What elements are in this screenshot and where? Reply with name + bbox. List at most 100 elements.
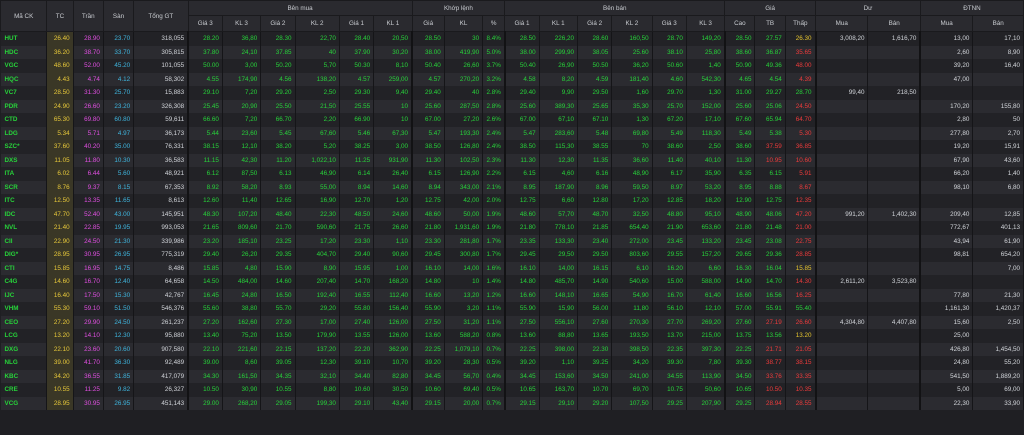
buy-vol-1[interactable]: 156,40: [373, 302, 413, 316]
table-row[interactable]: HUT 26.40 28.90 23.70 318,055 28.20 36,80 28.30…: [0, 31, 1024, 46]
sell-vol-1[interactable]: 9,90: [539, 86, 578, 100]
buy-vol-3[interactable]: 185,10: [222, 234, 262, 248]
buy-price-2[interactable]: 5.45: [260, 126, 296, 140]
sell-vol-1[interactable]: 485,70: [539, 275, 578, 289]
sell-price-3[interactable]: 29.25: [652, 396, 687, 410]
sell-vol-3[interactable]: 6,60: [686, 261, 726, 275]
symbol-cell[interactable]: CTI: [0, 261, 48, 275]
col-buy-price-3[interactable]: Giá 3: [187, 15, 223, 32]
sell-price-1[interactable]: 29.40: [503, 86, 540, 100]
buy-price-1[interactable]: 10.60: [339, 383, 375, 397]
sell-price-1[interactable]: 28.50: [503, 31, 540, 46]
buy-price-2[interactable]: 50.20: [260, 59, 296, 73]
buy-vol-1[interactable]: 9,40: [373, 86, 413, 100]
buy-vol-1[interactable]: 126,00: [373, 329, 413, 343]
symbol-cell[interactable]: C4G: [0, 275, 48, 289]
buy-vol-3[interactable]: 23,60: [222, 126, 262, 140]
sell-price-3[interactable]: 15.00: [652, 275, 687, 289]
table-row[interactable]: CRE 10.55 11.25 9.82 26,327 10.50 30,90 10.55 8,…: [0, 383, 1024, 397]
sell-vol-1[interactable]: 29,10: [539, 396, 578, 410]
buy-price-1[interactable]: 12.70: [339, 194, 375, 208]
col-buy-price-2[interactable]: Giá 2: [260, 15, 296, 32]
sell-price-1[interactable]: 38.00: [503, 45, 540, 59]
sell-vol-1[interactable]: 148,10: [539, 288, 578, 302]
sell-vol-1[interactable]: 67,10: [539, 113, 578, 127]
buy-vol-2[interactable]: 5,20: [295, 140, 340, 154]
col-low[interactable]: Thấp: [784, 15, 817, 32]
buy-vol-1[interactable]: 30,20: [373, 45, 413, 59]
buy-price-2[interactable]: 39.05: [260, 356, 296, 370]
sell-price-1[interactable]: 8.95: [503, 180, 540, 194]
sell-vol-3[interactable]: 588,00: [686, 275, 726, 289]
sell-price-2[interactable]: 50.50: [577, 59, 613, 73]
sell-vol-3[interactable]: 397,30: [686, 342, 726, 356]
buy-price-2[interactable]: 23.25: [260, 234, 296, 248]
symbol-cell[interactable]: DXG: [0, 342, 48, 356]
buy-price-3[interactable]: 12.60: [187, 194, 223, 208]
symbol-cell[interactable]: KBC: [0, 369, 48, 383]
sell-price-3[interactable]: 27.70: [652, 315, 687, 329]
sell-vol-3[interactable]: 1,40: [686, 59, 726, 73]
sell-price-1[interactable]: 55.90: [503, 302, 540, 316]
sell-vol-2[interactable]: 35,30: [611, 99, 653, 113]
table-row[interactable]: CTI 15.85 16.95 14.75 8,486 15.85 4,80 15.90 8,9…: [0, 261, 1024, 275]
sell-price-1[interactable]: 4.58: [503, 72, 540, 86]
table-row[interactable]: ITA 6.02 6.44 5.60 48,921 6.12 87,50 6.13 46,90 6…: [0, 167, 1024, 181]
table-row[interactable]: VHM 55.30 59.10 51.50 546,376 55.60 38,80 55.70…: [0, 302, 1024, 316]
buy-price-2[interactable]: 38.20: [260, 140, 296, 154]
table-row[interactable]: VC7 28.50 31.30 25.70 15,883 29.10 7,20 29.20 2,…: [0, 86, 1024, 100]
col-total[interactable]: Tổng GT: [133, 0, 189, 32]
sell-vol-1[interactable]: 133,30: [539, 234, 578, 248]
buy-price-1[interactable]: 39.10: [339, 356, 375, 370]
symbol-cell[interactable]: LCG: [0, 329, 48, 343]
sell-vol-2[interactable]: 17,20: [611, 194, 653, 208]
buy-vol-2[interactable]: 16,90: [295, 194, 340, 208]
table-row[interactable]: LDG 5.34 5.71 4.97 36,173 5.44 23,60 5.45 67,60 5…: [0, 126, 1024, 140]
sell-vol-1[interactable]: 778,10: [539, 221, 578, 235]
buy-price-2[interactable]: 55.70: [260, 302, 296, 316]
sell-price-2[interactable]: 25.65: [577, 99, 613, 113]
sell-vol-2[interactable]: 1,30: [611, 113, 653, 127]
sell-price-2[interactable]: 34.50: [577, 369, 613, 383]
buy-vol-2[interactable]: 32,10: [295, 369, 340, 383]
sell-vol-2[interactable]: 160,50: [611, 31, 653, 46]
sell-vol-3[interactable]: 40,10: [686, 153, 726, 167]
symbol-cell[interactable]: VHM: [0, 302, 48, 316]
sell-vol-3[interactable]: 653,60: [686, 221, 726, 235]
col-sell-price-1[interactable]: Giá 1: [504, 15, 540, 32]
buy-vol-3[interactable]: 11,40: [222, 194, 262, 208]
buy-vol-3[interactable]: 8,60: [222, 356, 262, 370]
col-avg[interactable]: TB: [754, 15, 786, 32]
table-row[interactable]: DIG* 28.95 30.95 26.95 775,319 29.40 26,20 29.3…: [0, 248, 1024, 262]
buy-vol-2[interactable]: 21,50: [295, 99, 340, 113]
sell-vol-2[interactable]: 193,50: [611, 329, 653, 343]
sell-price-2[interactable]: 48.70: [577, 207, 613, 221]
table-row[interactable]: LCG 13.20 14.10 12.30 95,880 13.40 75,20 13.50 1…: [0, 329, 1024, 343]
buy-price-3[interactable]: 37.80: [187, 45, 223, 59]
buy-price-2[interactable]: 16.50: [260, 288, 296, 302]
buy-vol-2[interactable]: 40: [295, 45, 340, 59]
sell-price-3[interactable]: 56.10: [652, 302, 687, 316]
sell-vol-3[interactable]: 50,60: [686, 383, 726, 397]
symbol-cell[interactable]: VC7: [0, 86, 48, 100]
symbol-cell[interactable]: IJC: [0, 288, 48, 302]
symbol-cell[interactable]: ITA: [0, 167, 48, 181]
buy-price-2[interactable]: 28.30: [260, 31, 296, 46]
buy-price-3[interactable]: 29.00: [187, 396, 223, 410]
sell-price-3[interactable]: 16.70: [652, 288, 687, 302]
sell-vol-2[interactable]: 54,90: [611, 288, 653, 302]
sell-vol-2[interactable]: 36,20: [611, 59, 653, 73]
buy-vol-2[interactable]: 199,30: [295, 396, 340, 410]
symbol-cell[interactable]: PDR: [0, 99, 48, 113]
sell-vol-3[interactable]: 7,80: [686, 356, 726, 370]
symbol-cell[interactable]: VCG: [0, 396, 48, 410]
buy-price-3[interactable]: 55.60: [187, 302, 223, 316]
sell-price-2[interactable]: 10.70: [577, 383, 613, 397]
sell-vol-1[interactable]: 163,70: [539, 383, 578, 397]
sell-price-2[interactable]: 56.00: [577, 302, 613, 316]
sell-vol-3[interactable]: 1,30: [686, 86, 726, 100]
sell-vol-3[interactable]: 118,30: [686, 126, 726, 140]
buy-vol-3[interactable]: 174,90: [222, 72, 262, 86]
sell-vol-3[interactable]: 269,20: [686, 315, 726, 329]
col-floor[interactable]: Sàn: [102, 0, 135, 32]
